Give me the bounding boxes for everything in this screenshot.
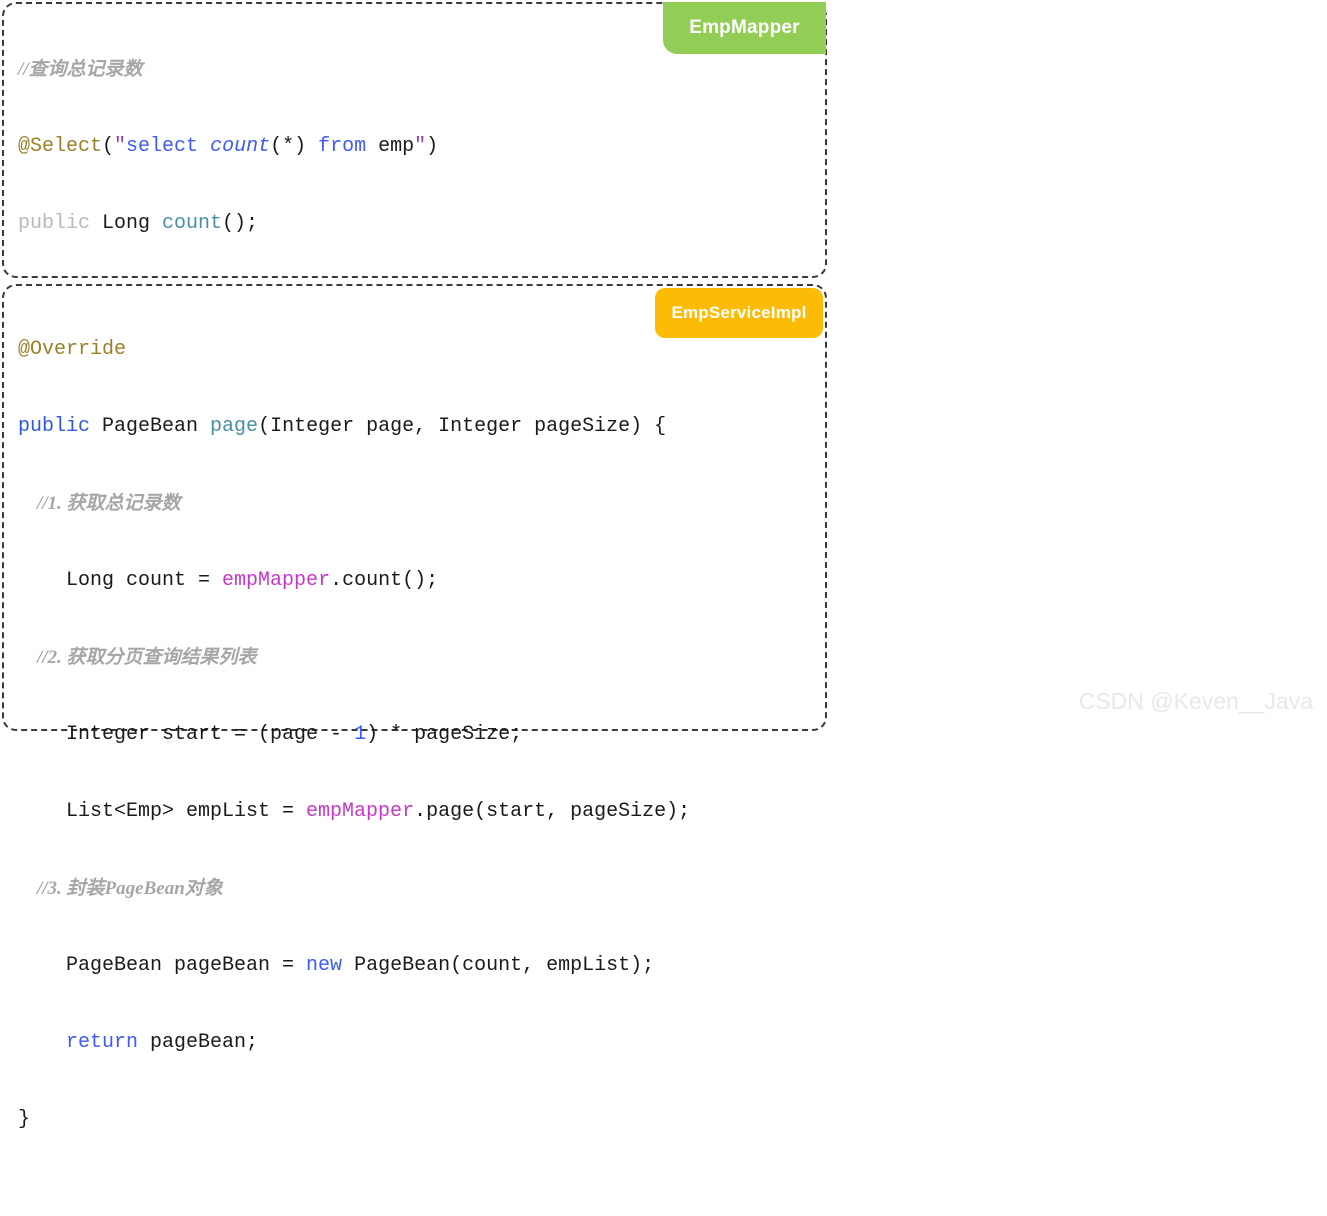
code-line: PageBean pageBean = new PageBean(count, …: [18, 953, 655, 977]
code-comment: //2. 获取分页查询结果列表: [18, 646, 257, 668]
annotation-override: @Override: [18, 337, 127, 361]
code-line: List<Emp> empList = empMapper.page(start…: [18, 799, 691, 823]
code-content-emp-service-impl: @Override public PageBean page(Integer p…: [4, 286, 825, 1216]
code-line: //1. 获取总记录数: [18, 485, 825, 524]
code-line: public Long count();: [18, 211, 259, 235]
badge-label: EmpServiceImpl: [671, 303, 807, 322]
code-line: //3. 封装PageBean对象: [18, 870, 825, 909]
code-block-emp-service-impl: @Override public PageBean page(Integer p…: [2, 284, 827, 1131]
closing-brace: }: [18, 1107, 31, 1131]
code-line: Integer start = (page - 1) * pageSize;: [18, 722, 523, 746]
badge-emp-service-impl: EmpServiceImpl: [655, 288, 823, 338]
badge-emp-mapper: EmpMapper: [663, 2, 826, 54]
code-line: //查询总记录数: [18, 51, 825, 90]
badge-label: EmpMapper: [689, 17, 800, 38]
code-comment: //1. 获取总记录数: [18, 492, 181, 514]
code-comment: //查询总记录数: [18, 58, 143, 80]
code-line: public PageBean page(Integer page, Integ…: [18, 414, 667, 438]
watermark: CSDN @Keven__Java: [1078, 688, 1313, 714]
code-line: //2. 获取分页查询结果列表: [18, 639, 825, 678]
code-line: Long count = empMapper.count();: [18, 568, 439, 592]
code-line: @Select("select count(*) from emp"): [18, 134, 439, 158]
annotation-select: @Select: [18, 134, 103, 158]
code-line: }: [18, 1101, 825, 1140]
code-comment: //3. 封装PageBean对象: [18, 877, 223, 899]
code-line: return pageBean;: [66, 1030, 259, 1054]
